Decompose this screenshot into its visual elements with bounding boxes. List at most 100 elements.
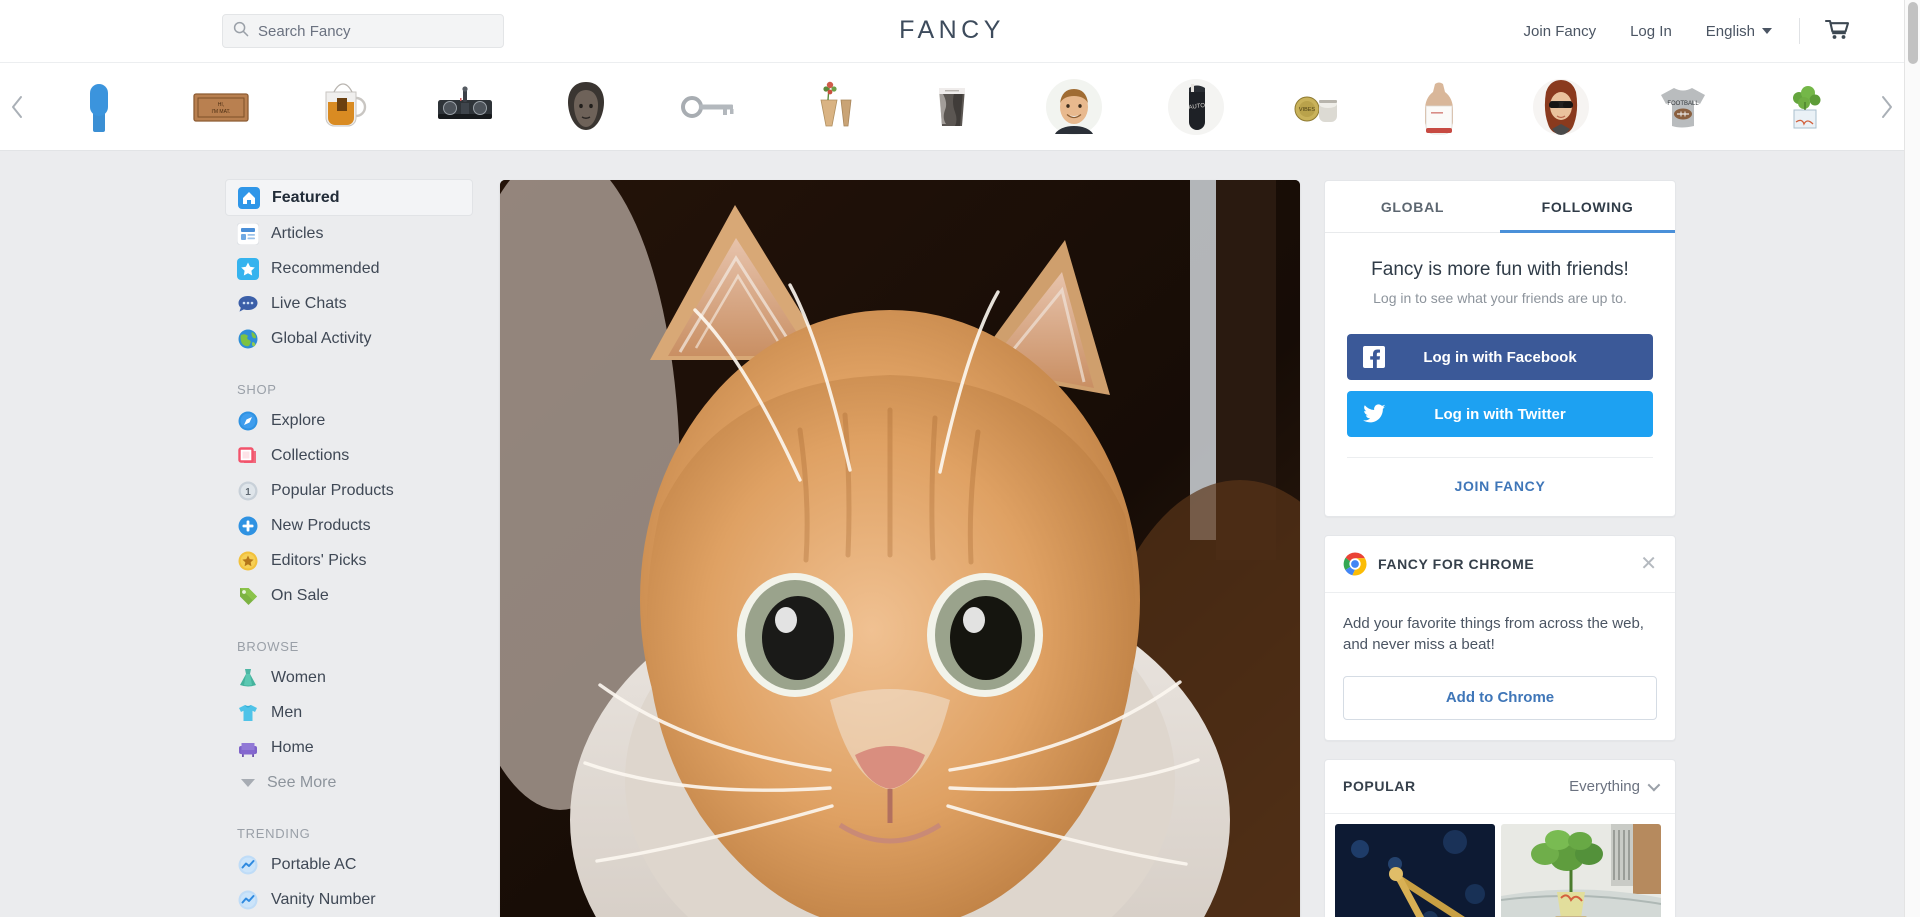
- sidebar-item-featured[interactable]: Featured: [225, 179, 473, 216]
- sidebar-item-label: Editors' Picks: [271, 551, 367, 569]
- carousel-item-glass-tea-cup[interactable]: [307, 71, 379, 143]
- twitter-button-label: Log in with Twitter: [1434, 405, 1566, 423]
- carousel-item-punching-bag[interactable]: AUTO: [1160, 71, 1232, 143]
- carousel-item-blue-popsicle[interactable]: [63, 71, 135, 143]
- see-more-button[interactable]: See More: [225, 765, 473, 800]
- carousel-item-potted-plant-glass[interactable]: [1769, 71, 1841, 143]
- popular-card: POPULAR Everything: [1324, 758, 1676, 917]
- scrollbar-thumb[interactable]: [1908, 2, 1918, 64]
- sidebar-item-label: Women: [271, 668, 326, 686]
- carousel-item-dj-controller[interactable]: [429, 71, 501, 143]
- header-actions: Join Fancy Log In English: [1507, 0, 1864, 62]
- number-one-badge-icon: 1: [238, 481, 258, 500]
- svg-text:VIBES: VIBES: [1298, 107, 1315, 113]
- sidebar-item-portable-ac[interactable]: Portable AC: [225, 847, 473, 882]
- carousel-item-football-tshirt[interactable]: FOOTBALL: [1647, 71, 1719, 143]
- carousel-item-portrait-braids[interactable]: [550, 71, 622, 143]
- carousel-item-portrait-woman-sunglasses[interactable]: [1525, 71, 1597, 143]
- close-icon[interactable]: ✕: [1640, 554, 1657, 574]
- join-fancy-link[interactable]: Join Fancy: [1507, 23, 1614, 40]
- carousel-item-silver-key[interactable]: [672, 71, 744, 143]
- fancy-homepage: FANCY Join Fancy Log In English: [0, 0, 1920, 917]
- sidebar-item-popular-products[interactable]: 1 Popular Products: [225, 473, 473, 508]
- login-with-twitter-button[interactable]: Log in with Twitter: [1347, 391, 1653, 437]
- fancy-for-chrome-card: FANCY FOR CHROME ✕ Add your favorite thi…: [1324, 535, 1676, 741]
- site-header: FANCY Join Fancy Log In English: [0, 0, 1904, 62]
- sidebar-item-home[interactable]: Home: [225, 730, 473, 765]
- join-fancy-button[interactable]: JOIN FANCY: [1454, 478, 1545, 494]
- tab-global[interactable]: GLOBAL: [1325, 181, 1500, 232]
- sidebar-item-articles[interactable]: Articles: [225, 216, 473, 251]
- sidebar-item-new-products[interactable]: New Products: [225, 508, 473, 543]
- shopping-cart-icon[interactable]: [1810, 18, 1864, 45]
- portrait-braids-icon: [568, 81, 605, 130]
- sidebar-item-collections[interactable]: Collections: [225, 438, 473, 473]
- sidebar-item-live-chats[interactable]: Live Chats: [225, 286, 473, 321]
- portrait-woman-sunglasses-icon: [1533, 78, 1590, 135]
- sidebar-item-global-activity[interactable]: Global Activity: [225, 321, 473, 356]
- home-icon: [238, 186, 260, 209]
- articles-icon: [237, 222, 259, 245]
- potted-plant-on-table-photo: [1501, 823, 1661, 917]
- sidebar-item-label: Collections: [271, 446, 350, 464]
- svg-text:HI,: HI,: [218, 102, 224, 108]
- sidebar-item-label: Vanity Number: [271, 890, 376, 908]
- popular-filter-dropdown[interactable]: Everything: [1569, 778, 1661, 795]
- chevron-down-icon: [1762, 28, 1772, 34]
- blue-popsicle-icon: [89, 83, 108, 132]
- trending-chart-icon: [238, 890, 258, 909]
- carousel-prev-button[interactable]: [0, 62, 34, 151]
- sidebar-item-label: Live Chats: [271, 294, 347, 312]
- dj-controller-icon: [437, 85, 492, 119]
- carousel-item-flower-vase[interactable]: [794, 71, 866, 143]
- marble-tumbler-icon: [938, 87, 965, 126]
- sidebar-item-label: On Sale: [271, 586, 329, 604]
- carousel-next-button[interactable]: [1870, 62, 1904, 151]
- punching-bag-icon: AUTO: [1167, 78, 1224, 135]
- dress-icon: [240, 668, 256, 686]
- carousel-item-white-bottle[interactable]: [1403, 71, 1475, 143]
- language-label: English: [1705, 22, 1755, 40]
- chevron-down-icon: [1647, 778, 1661, 792]
- tab-following[interactable]: FOLLOWING: [1500, 181, 1675, 233]
- star-icon: [237, 257, 259, 280]
- sidebar-item-explore[interactable]: Explore: [225, 403, 473, 438]
- carousel-item-marble-tumbler[interactable]: [916, 71, 988, 143]
- glass-tea-cup-icon: [325, 82, 366, 126]
- popular-card-title: POPULAR: [1343, 778, 1416, 795]
- sidebar-item-vanity-number[interactable]: Vanity Number: [225, 882, 473, 917]
- sidebar-section-trending: TRENDING: [237, 826, 311, 841]
- sidebar-item-label: Featured: [272, 188, 340, 206]
- carousel-item-vibes-candle-tins[interactable]: VIBES: [1282, 71, 1354, 143]
- sidebar-item-editors-picks[interactable]: Editors' Picks: [225, 543, 473, 578]
- sidebar-item-men[interactable]: Men: [225, 695, 473, 730]
- join-fancy-row: JOIN FANCY: [1347, 457, 1653, 516]
- sidebar-item-women[interactable]: Women: [225, 660, 473, 695]
- page-scrollbar[interactable]: [1904, 0, 1920, 917]
- friends-card: GLOBAL FOLLOWING Fancy is more fun with …: [1324, 180, 1676, 517]
- svg-text:FOOTBALL: FOOTBALL: [1667, 101, 1699, 107]
- sidebar-item-recommended[interactable]: Recommended: [225, 251, 473, 286]
- chrome-card-title: FANCY FOR CHROME: [1378, 556, 1535, 572]
- gold-star-icon: [238, 551, 258, 570]
- popular-card-header: POPULAR Everything: [1325, 760, 1675, 814]
- featured-post-card[interactable]: [500, 180, 1300, 917]
- sidebar-item-on-sale[interactable]: On Sale: [225, 578, 473, 613]
- facebook-button-label: Log in with Facebook: [1423, 348, 1577, 366]
- chrome-logo-icon: [1343, 552, 1367, 576]
- sidebar-item-label: Global Activity: [271, 329, 372, 347]
- sidebar-item-label: Portable AC: [271, 855, 357, 873]
- language-selector[interactable]: English: [1689, 23, 1789, 40]
- see-more-label: See More: [267, 773, 337, 791]
- category-carousel: HI, I'M MAT. AUTO VIBES FOOTBALL: [0, 62, 1904, 151]
- log-in-link[interactable]: Log In: [1613, 23, 1689, 40]
- add-to-chrome-button[interactable]: Add to Chrome: [1343, 675, 1657, 720]
- login-with-facebook-button[interactable]: Log in with Facebook: [1347, 334, 1653, 380]
- popular-thumb-potted-plant-on-table[interactable]: [1501, 823, 1661, 917]
- carousel-item-portrait-smiling-man[interactable]: [1038, 71, 1110, 143]
- sidebar-item-label: Recommended: [271, 259, 380, 277]
- carousel-item-hi-im-mat-doormat[interactable]: HI, I'M MAT.: [185, 71, 257, 143]
- popular-thumb-gold-compass-tool[interactable]: [1335, 823, 1495, 917]
- friends-subtitle: Log in to see what your friends are up t…: [1373, 290, 1627, 306]
- friends-card-body: Fancy is more fun with friends! Log in t…: [1325, 233, 1675, 516]
